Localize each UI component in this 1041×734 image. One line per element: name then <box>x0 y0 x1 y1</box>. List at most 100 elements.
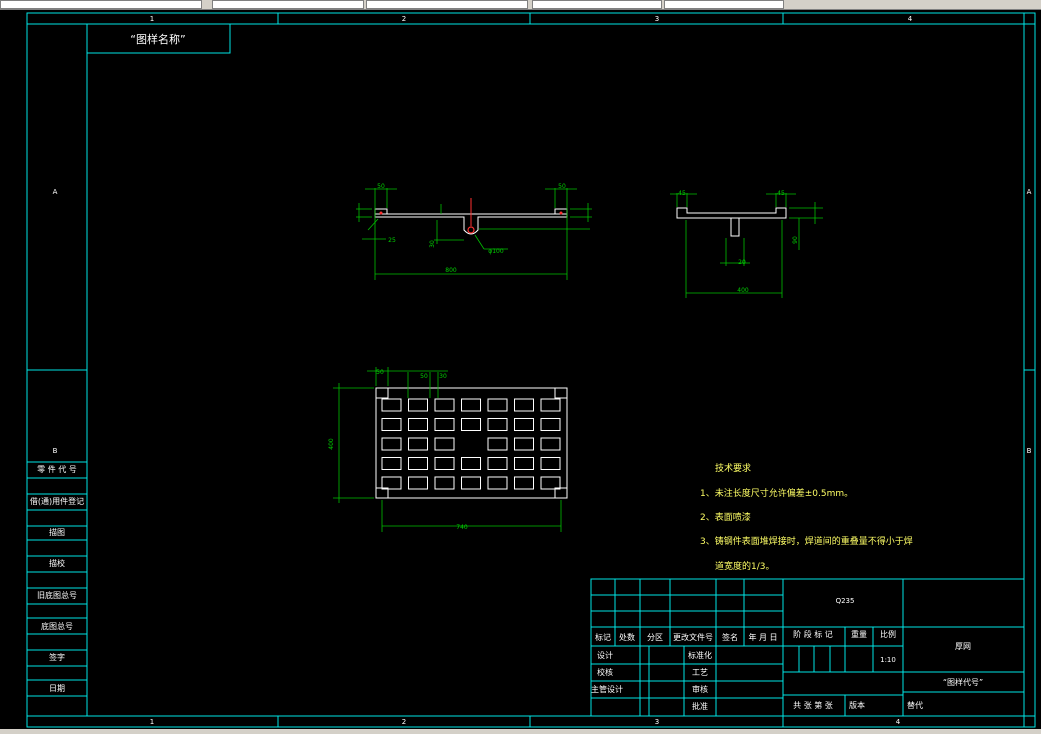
strip-borrow-reg: 借(通)用件登记 <box>30 496 84 506</box>
strip-trace-check: 描校 <box>49 558 65 568</box>
plan-opening <box>434 418 455 431</box>
zone-row-a-right: A <box>1027 188 1032 196</box>
outer-frame <box>26 12 1036 728</box>
tech-line-1: 1、未注长度尺寸允许偏差±0.5mm。 <box>700 487 853 499</box>
plan-opening <box>514 418 534 431</box>
plan-opening <box>434 398 455 412</box>
tb-h-doc: 更改文件号 <box>673 632 713 642</box>
plan-opening <box>540 476 561 490</box>
tb-h-count: 处数 <box>619 632 635 642</box>
tb-h-zone: 分区 <box>647 633 663 642</box>
tech-line-4: 道宽度的1/3。 <box>715 560 775 572</box>
tb-replace: 替代 <box>907 700 923 710</box>
plan-opening <box>408 418 428 431</box>
drawing-name-text: “图样名称” <box>130 32 185 46</box>
title-block: Q235 厚网 “图样代号” 标记 处数 分区 更改文件号 签名 年 月 日 阶… <box>590 578 1025 717</box>
plan-view[interactable]: 50 50 30 400 740 <box>328 367 568 532</box>
dim-side-left-top: 45 <box>678 190 686 197</box>
dim-front-bolt: φ100 <box>488 248 504 255</box>
zone-col-1: 1 <box>150 15 154 23</box>
zone-col-3-bottom: 3 <box>655 718 659 726</box>
zone-col-4-bottom: 4 <box>896 718 901 726</box>
tb-h-mark: 标记 <box>595 632 611 642</box>
tb-sheets: 共 张 第 张 <box>793 700 833 710</box>
tb-row-process: 工艺 <box>692 668 708 677</box>
dim-front-width: 800 <box>445 267 457 274</box>
strip-trace: 描图 <box>49 527 65 537</box>
plan-opening <box>540 437 561 451</box>
plan-opening <box>514 437 534 451</box>
plan-opening <box>487 437 508 451</box>
plan-opening <box>434 457 455 470</box>
plan-opening <box>461 476 481 490</box>
plan-opening <box>514 398 534 412</box>
dim-side-vert: 90 <box>792 236 799 244</box>
tb-scale-value: 1:10 <box>880 656 896 664</box>
dim-plan-top-a: 50 <box>376 369 384 376</box>
plan-opening <box>408 476 428 490</box>
plan-opening <box>487 418 508 431</box>
strip-signature: 签字 <box>49 652 65 662</box>
tb-h-scale: 比例 <box>880 629 896 639</box>
plan-opening <box>540 457 561 470</box>
dim-plan-width: 740 <box>456 524 468 531</box>
plan-opening <box>540 398 561 412</box>
tb-drawing-code: “图样代号” <box>943 677 983 687</box>
dim-front-right-top: 50 <box>558 183 566 190</box>
plan-opening <box>434 476 455 490</box>
tb-material: Q235 <box>836 597 855 605</box>
tech-line-3: 3、铸钢件表面堆焊接时，焊道间的重叠量不得小于焊 <box>700 535 913 547</box>
dim-plan-height: 400 <box>328 438 335 450</box>
dim-side-mid: 20 <box>738 259 746 266</box>
dim-front-left-small: 25 <box>388 237 396 244</box>
dim-side-width: 400 <box>737 287 749 294</box>
plan-opening <box>487 457 508 470</box>
window-bottom-bar <box>0 729 1041 734</box>
plan-opening <box>487 476 508 490</box>
side-view[interactable]: 45 45 20 400 90 <box>670 190 823 298</box>
tb-row-check: 校核 <box>597 667 613 677</box>
technical-requirements: 技术要求 1、未注长度尺寸允许偏差±0.5mm。 2、表面喷漆 3、铸钢件表面堆… <box>700 462 913 572</box>
inner-frame <box>86 23 1025 717</box>
plan-opening <box>434 437 455 451</box>
drawing-canvas[interactable]: 1 2 3 4 1 2 3 4 A B A B 零 件 代 号 借(通)用件登记… <box>0 0 1041 734</box>
zone-col-4: 4 <box>908 15 913 23</box>
tb-row-design: 设计 <box>597 650 613 660</box>
tb-h-date: 年 月 日 <box>748 632 777 642</box>
dim-front-mid: 30 <box>429 240 436 248</box>
plan-opening <box>461 398 481 412</box>
tb-h-sign: 签名 <box>722 632 738 642</box>
strip-base-no: 底图总号 <box>41 621 73 631</box>
plan-opening <box>461 418 481 431</box>
tb-row-approve: 批准 <box>692 701 708 711</box>
plan-opening <box>514 476 534 490</box>
plan-opening <box>381 457 402 470</box>
tb-row-review: 审核 <box>692 684 708 694</box>
tb-row-standard: 标准化 <box>688 650 712 660</box>
dim-plan-top-c: 30 <box>439 373 447 380</box>
tb-row-chief-design: 主管设计 <box>591 684 623 694</box>
plan-opening <box>487 398 508 412</box>
plan-opening <box>408 437 428 451</box>
tb-part-name: 厚网 <box>955 642 971 651</box>
plan-opening <box>461 457 481 470</box>
tb-h-stage: 阶 段 标 记 <box>793 629 833 639</box>
plan-opening <box>540 418 561 431</box>
tb-h-weight: 重量 <box>851 629 867 639</box>
tech-heading: 技术要求 <box>715 462 751 474</box>
plan-opening <box>408 457 428 470</box>
dim-plan-top-b: 50 <box>420 373 428 380</box>
zone-col-2: 2 <box>402 15 406 23</box>
plan-opening <box>408 398 428 412</box>
zone-col-2-bottom: 2 <box>402 718 406 726</box>
strip-old-base-no: 旧底图总号 <box>37 590 77 600</box>
dim-front-left-top: 50 <box>377 183 385 190</box>
plan-opening <box>514 457 534 470</box>
zone-row-a: A <box>53 188 58 196</box>
plan-opening <box>381 418 402 431</box>
zone-col-1-bottom: 1 <box>150 718 154 726</box>
strip-part-code: 零 件 代 号 <box>37 464 77 474</box>
plan-opening <box>381 398 402 412</box>
front-view[interactable]: 50 50 800 φ100 25 30 <box>356 183 592 280</box>
plan-opening <box>381 476 402 490</box>
